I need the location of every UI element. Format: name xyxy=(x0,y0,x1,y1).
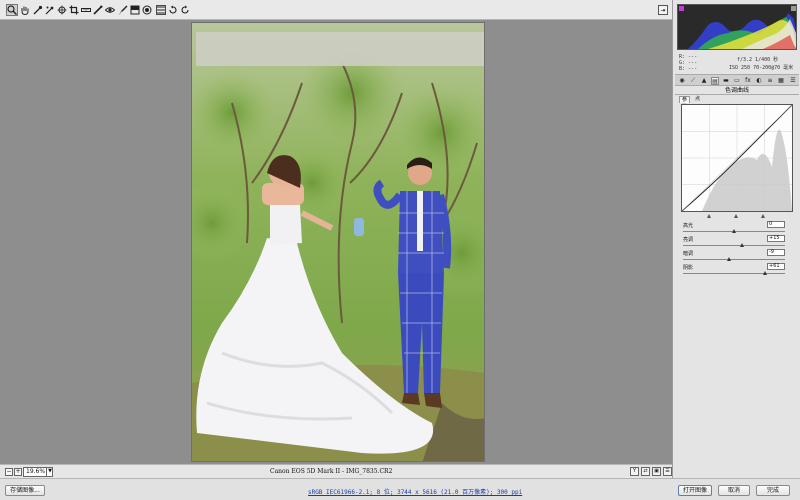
slider-thumb[interactable] xyxy=(740,243,745,247)
lens-tab-icon[interactable]: ▭ xyxy=(733,77,741,85)
open-image-button[interactable]: 打开图像 xyxy=(678,485,712,496)
rotate-ccw-icon[interactable] xyxy=(167,4,179,16)
panel-menu-icon[interactable]: ☰ xyxy=(789,77,797,85)
slider-value-input[interactable]: 0 xyxy=(767,221,785,228)
adjustment-brush-icon[interactable] xyxy=(117,4,129,16)
fullscreen-toggle-icon[interactable]: ⇥ xyxy=(658,5,668,15)
zoom-tool-icon[interactable] xyxy=(6,4,18,16)
histogram xyxy=(677,4,797,50)
split-handle-midtones[interactable] xyxy=(734,214,738,218)
toolbar: ⇥ xyxy=(0,0,672,20)
file-name: Canon EOS 5D Mark II - IMG_7835.CR2 xyxy=(270,468,393,475)
tone-curve-graph[interactable] xyxy=(681,104,793,212)
camera-info: R: --- G: --- B: --- f/3.2 1/400 秒 ISO 2… xyxy=(679,54,794,72)
split-toning-tab-icon[interactable]: ▬ xyxy=(722,77,730,85)
radial-filter-icon[interactable] xyxy=(141,4,153,16)
bottom-bar: 存储图像... sRGB IEC61966-2.1; 8 位; 3744 x 5… xyxy=(0,478,800,500)
iso-lens-info: ISO 250 70-200@70 毫米 xyxy=(729,65,794,71)
camera-calibration-tab-icon[interactable]: ◐ xyxy=(755,77,763,85)
workflow-options-link[interactable]: sRGB IEC61966-2.1; 8 位; 3744 x 5616 (21.… xyxy=(308,487,522,496)
crop-icon[interactable] xyxy=(68,4,80,16)
slider-highlights: 高光 0 xyxy=(683,221,795,236)
copy-settings-icon[interactable]: ▣ xyxy=(652,467,661,476)
before-after-toggle-icon[interactable]: Y xyxy=(630,467,639,476)
slider-thumb[interactable] xyxy=(726,257,731,261)
red-eye-icon[interactable] xyxy=(104,4,116,16)
slider-label: 阴影 xyxy=(683,265,694,271)
highlight-clipping-icon[interactable] xyxy=(791,6,796,11)
zoom-level-value: 19.6% xyxy=(26,468,46,475)
spot-removal-icon[interactable] xyxy=(92,4,104,16)
shadow-clipping-icon[interactable] xyxy=(679,6,684,11)
presets-tab-icon[interactable]: ≡ xyxy=(766,77,774,85)
slider-label: 高光 xyxy=(683,223,694,229)
cancel-button[interactable]: 取消 xyxy=(718,485,750,496)
effects-tab-icon[interactable]: fx xyxy=(744,77,752,85)
slider-thumb[interactable] xyxy=(732,229,736,233)
done-button[interactable]: 完成 xyxy=(756,485,790,496)
adjustment-panel: R: --- G: --- B: --- f/3.2 1/400 秒 ISO 2… xyxy=(672,0,800,478)
save-image-button[interactable]: 存储图像... xyxy=(5,485,45,496)
slider-value-input[interactable]: +61 xyxy=(767,263,785,270)
zoom-in-button[interactable]: + xyxy=(14,468,22,476)
slider-lights: 亮调 +15 xyxy=(683,235,795,250)
slider-track[interactable] xyxy=(683,245,785,246)
slider-value-input[interactable]: +15 xyxy=(767,235,785,242)
photo-preview xyxy=(191,22,485,462)
slider-track[interactable] xyxy=(683,259,785,260)
b-value: --- xyxy=(688,66,698,72)
wedding-photo xyxy=(192,23,484,461)
slider-darks: 暗调 -9 xyxy=(683,249,795,264)
graduated-filter-icon[interactable] xyxy=(129,4,141,16)
hand-icon[interactable] xyxy=(19,4,31,16)
slider-shadows: 阴影 +61 xyxy=(683,263,795,278)
slider-value-input[interactable]: -9 xyxy=(767,249,785,256)
hsl-tab-icon[interactable]: ▤ xyxy=(711,77,719,85)
swap-settings-icon[interactable]: ⇄ xyxy=(641,467,650,476)
subtab-point[interactable]: 点 xyxy=(693,96,702,103)
split-handle-highlights[interactable] xyxy=(761,214,765,218)
color-sampler-icon[interactable] xyxy=(44,4,56,16)
preferences-icon[interactable] xyxy=(155,4,167,16)
view-settings-icon[interactable]: ☰ xyxy=(663,467,672,476)
slider-track[interactable] xyxy=(683,273,785,274)
slider-label: 暗调 xyxy=(683,251,694,257)
subtab-parametric[interactable]: 参数 xyxy=(679,96,691,110)
slider-label: 亮调 xyxy=(683,237,694,243)
detail-tab-icon[interactable]: ▲ xyxy=(700,77,708,85)
tone-curve-tab-icon[interactable]: ⟋ xyxy=(689,77,697,85)
status-bar: − + 19.6% ▼ Canon EOS 5D Mark II - IMG_7… xyxy=(0,464,672,478)
split-handle-shadows[interactable] xyxy=(707,214,711,218)
exposure-info: f/3.2 1/400 秒 xyxy=(737,57,779,63)
redaction-overlay xyxy=(196,32,484,66)
panel-title: 色调曲线 xyxy=(675,86,799,95)
snapshots-tab-icon[interactable]: ▦ xyxy=(777,77,785,85)
rotate-cw-icon[interactable] xyxy=(179,4,191,16)
histogram-graph xyxy=(688,13,796,49)
zoom-out-button[interactable]: − xyxy=(5,468,13,476)
targeted-adjustment-icon[interactable] xyxy=(56,4,68,16)
chevron-down-icon[interactable]: ▼ xyxy=(46,467,53,477)
panel-tabs: ◉ ⟋ ▲ ▤ ▬ ▭ fx ◐ ≡ ▦ ☰ xyxy=(675,74,799,86)
basic-tab-icon[interactable]: ◉ xyxy=(678,77,686,85)
slider-thumb[interactable] xyxy=(762,271,767,275)
eyedropper-icon[interactable] xyxy=(32,4,44,16)
image-preview-area[interactable] xyxy=(0,20,672,464)
straighten-icon[interactable] xyxy=(80,4,92,16)
